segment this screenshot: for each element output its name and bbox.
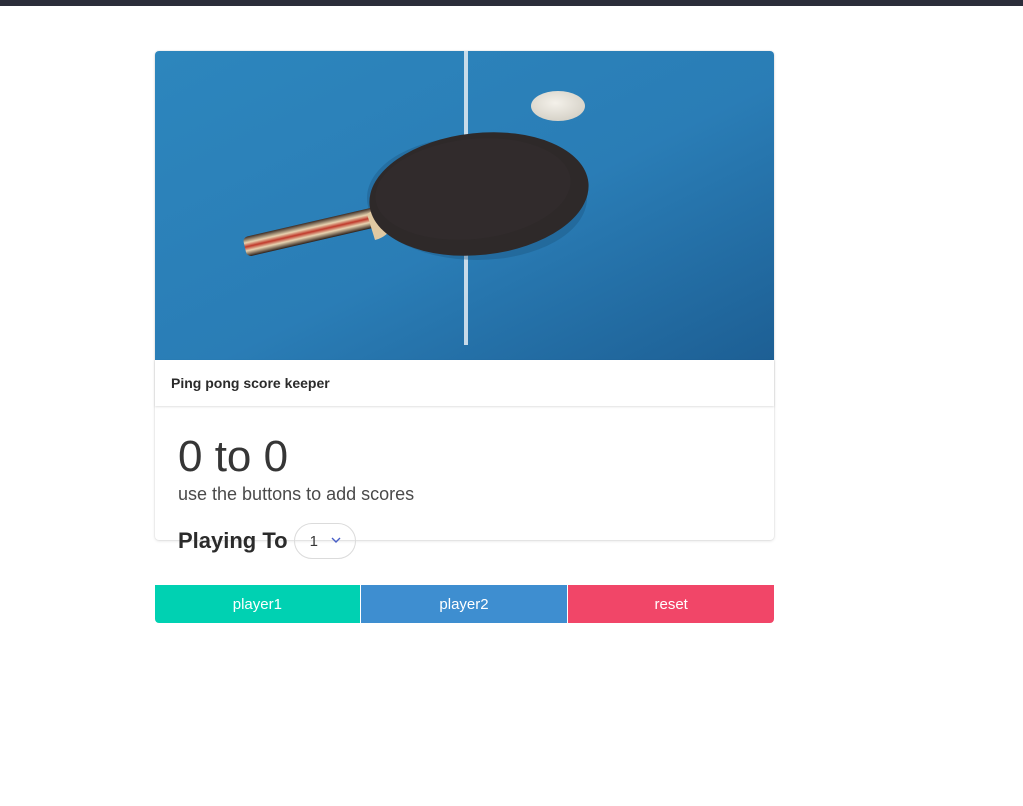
playing-to-value: 1: [309, 532, 318, 550]
player1-button[interactable]: player1: [155, 585, 360, 623]
chevron-down-icon: [331, 537, 341, 543]
score-keeper-card: Ping pong score keeper 0 to 0 use the bu…: [155, 51, 774, 559]
score-hint: use the buttons to add scores: [178, 484, 415, 504]
playing-to-label: Playing To: [178, 528, 288, 553]
score-display: 0 to 0: [178, 432, 289, 481]
playing-to-row: Playing To 1: [178, 523, 356, 559]
card-header: Ping pong score keeper: [155, 360, 774, 406]
ping-pong-image: [155, 51, 774, 360]
card-footer: player1 player2 reset: [155, 585, 775, 623]
playing-to-select[interactable]: 1: [293, 523, 356, 559]
browser-top-bar: [0, 0, 1023, 6]
player2-button[interactable]: player2: [360, 585, 568, 623]
card-content: 0 to 0 use the buttons to add scores Pla…: [155, 406, 774, 559]
card-title: Ping pong score keeper: [171, 375, 330, 391]
reset-button[interactable]: reset: [568, 585, 775, 623]
